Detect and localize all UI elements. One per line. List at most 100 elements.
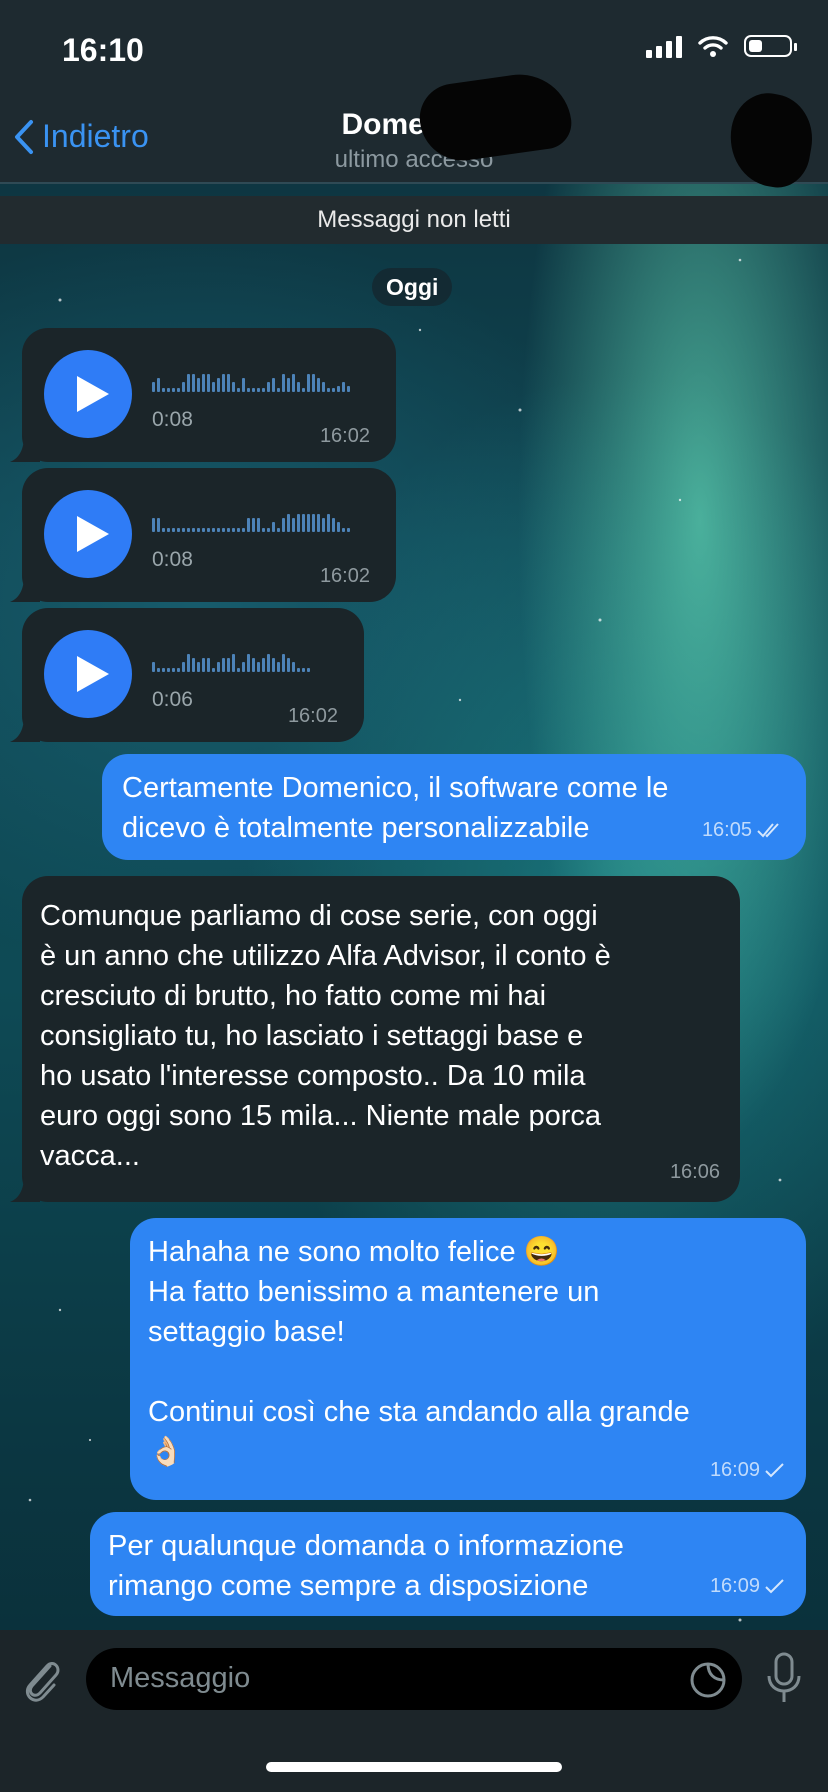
last-seen-status: ultimo accesso bbox=[334, 146, 494, 173]
waveform-bar bbox=[267, 528, 270, 532]
message-input-placeholder: Messaggio bbox=[110, 1662, 251, 1694]
message-time: 16:06 bbox=[669, 1161, 720, 1183]
waveform-bar bbox=[217, 378, 220, 392]
play-icon[interactable] bbox=[44, 350, 132, 438]
waveform-bar bbox=[282, 654, 285, 672]
waveform-bar bbox=[242, 378, 245, 392]
waveform-bar bbox=[202, 528, 205, 532]
waveform-bar bbox=[267, 382, 270, 392]
waveform-bar bbox=[332, 518, 335, 532]
waveform-bar bbox=[202, 658, 205, 672]
message-text: Certamente Domenico, il software come le bbox=[122, 772, 669, 804]
waveform-bar bbox=[177, 528, 180, 532]
voice-duration: 0:06 bbox=[152, 688, 193, 711]
waveform-bar bbox=[177, 388, 180, 392]
sticker-icon[interactable] bbox=[688, 1660, 728, 1700]
message-time: 16:02 bbox=[319, 425, 370, 447]
waveform-bar bbox=[252, 388, 255, 392]
waveform-bar bbox=[152, 662, 155, 672]
waveform-bar bbox=[257, 662, 260, 672]
waveform-bar bbox=[347, 386, 350, 392]
waveform-bar bbox=[222, 528, 225, 532]
waveform-bar bbox=[237, 528, 240, 532]
waveform-bar bbox=[207, 374, 210, 392]
check-icon bbox=[765, 1579, 784, 1594]
message-text: è un anno che utilizzo Alfa Advisor, il … bbox=[40, 940, 611, 972]
message-text: euro oggi sono 15 mila... Niente male po… bbox=[40, 1100, 601, 1132]
message-text: dicevo è totalmente personalizzabile bbox=[122, 812, 590, 844]
waveform-bar bbox=[287, 378, 290, 392]
waveform-bar bbox=[302, 514, 305, 532]
message-text: Ha fatto benissimo a mantenere un bbox=[148, 1276, 600, 1308]
date-separator: Oggi bbox=[372, 268, 453, 306]
waveform-bar bbox=[327, 514, 330, 532]
waveform-bar bbox=[307, 668, 310, 672]
incoming-message[interactable]: Comunque parliamo di cose serie, con ogg… bbox=[10, 876, 740, 1202]
waveform-bar bbox=[192, 528, 195, 532]
waveform-bar bbox=[232, 528, 235, 532]
waveform-bar bbox=[167, 388, 170, 392]
outgoing-message[interactable]: Certamente Domenico, il software come le… bbox=[102, 754, 806, 860]
message-input[interactable]: Messaggio bbox=[86, 1648, 742, 1710]
waveform-bar bbox=[287, 514, 290, 532]
waveform-bar bbox=[212, 668, 215, 672]
waveform-bar bbox=[307, 374, 310, 392]
waveform-bar bbox=[317, 514, 320, 532]
waveform-bar bbox=[272, 378, 275, 392]
waveform-bar bbox=[242, 662, 245, 672]
waveform-bar bbox=[262, 388, 265, 392]
contact-name[interactable]: Domenico bbox=[0, 108, 828, 142]
audio-waveform bbox=[152, 648, 310, 672]
waveform-bar bbox=[187, 654, 190, 672]
waveform-bar bbox=[292, 662, 295, 672]
waveform-bar bbox=[347, 528, 350, 532]
audio-waveform bbox=[152, 508, 350, 532]
waveform-bar bbox=[227, 374, 230, 392]
play-icon[interactable] bbox=[44, 630, 132, 718]
outgoing-message[interactable]: Per qualunque domanda o informazione rim… bbox=[90, 1512, 806, 1616]
waveform-bar bbox=[197, 662, 200, 672]
status-time: 16:10 bbox=[62, 32, 144, 68]
waveform-bar bbox=[302, 668, 305, 672]
waveform-bar bbox=[342, 528, 345, 532]
microphone-icon[interactable] bbox=[764, 1650, 804, 1708]
waveform-bar bbox=[292, 374, 295, 392]
waveform-bar bbox=[282, 518, 285, 532]
message-text: consigliato tu, ho lasciato i settaggi b… bbox=[40, 1020, 584, 1052]
message-text: vacca... bbox=[40, 1140, 140, 1172]
double-check-icon bbox=[757, 823, 779, 838]
waveform-bar bbox=[207, 528, 210, 532]
play-icon[interactable] bbox=[44, 490, 132, 578]
waveform-bar bbox=[252, 658, 255, 672]
waveform-bar bbox=[277, 528, 280, 532]
voice-message[interactable]: 0:08 16:02 bbox=[10, 468, 396, 602]
waveform-bar bbox=[217, 528, 220, 532]
message-text: ho usato l'interesse composto.. Da 10 mi… bbox=[40, 1060, 586, 1092]
status-bar: 16:10 bbox=[0, 0, 828, 98]
waveform-bar bbox=[232, 654, 235, 672]
waveform-bar bbox=[157, 378, 160, 392]
waveform-bar bbox=[332, 388, 335, 392]
paperclip-icon[interactable] bbox=[20, 1652, 64, 1708]
waveform-bar bbox=[272, 522, 275, 532]
waveform-bar bbox=[267, 654, 270, 672]
waveform-bar bbox=[277, 388, 280, 392]
voice-message[interactable]: 0:06 16:02 bbox=[10, 608, 364, 742]
message-text: Comunque parliamo di cose serie, con ogg… bbox=[40, 900, 598, 932]
waveform-bar bbox=[337, 522, 340, 532]
waveform-bar bbox=[247, 518, 250, 532]
waveform-bar bbox=[162, 668, 165, 672]
waveform-bar bbox=[162, 388, 165, 392]
waveform-bar bbox=[162, 528, 165, 532]
voice-message[interactable]: 0:08 16:02 bbox=[10, 328, 396, 462]
message-time: 16:02 bbox=[287, 705, 338, 727]
message-time: 16:09 bbox=[709, 1459, 760, 1481]
waveform-bar bbox=[242, 528, 245, 532]
home-indicator bbox=[266, 1762, 562, 1772]
waveform-bar bbox=[212, 382, 215, 392]
waveform-bar bbox=[217, 662, 220, 672]
check-icon bbox=[765, 1463, 784, 1478]
message-time: 16:09 bbox=[709, 1575, 760, 1597]
outgoing-message[interactable]: Hahaha ne sono molto felice 😄 Ha fatto b… bbox=[130, 1218, 806, 1500]
waveform-bar bbox=[317, 378, 320, 392]
